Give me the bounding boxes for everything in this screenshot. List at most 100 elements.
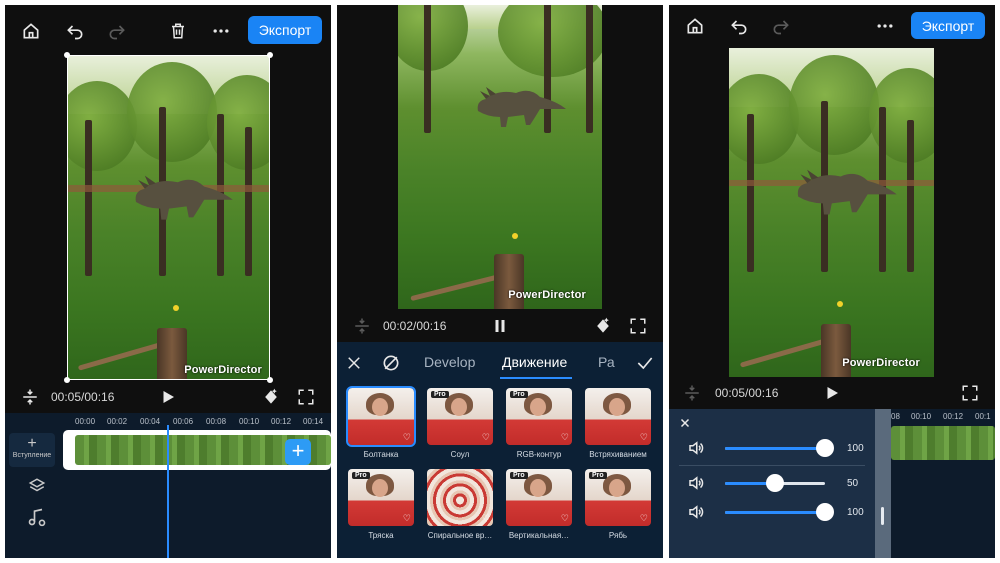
playback-time: 00:05/00:16: [51, 390, 115, 404]
effect-label: Соул: [450, 450, 470, 459]
resize-handle[interactable]: [64, 52, 70, 58]
playback-time: 00:05/00:16: [715, 386, 779, 400]
tab-more[interactable]: Ра: [598, 354, 615, 370]
close-icon[interactable]: [345, 354, 363, 372]
timeline[interactable]: 00:00 00:02 00:04 00:06 00:08 00:10 00:1…: [5, 413, 331, 558]
ruler-label: 00:10: [911, 412, 932, 421]
ruler-label: 00:00: [75, 417, 96, 426]
export-button[interactable]: Экспорт: [248, 16, 322, 44]
add-media-button[interactable]: +: [285, 439, 311, 465]
effects-tabbar: Develop Движение Ра: [337, 342, 663, 384]
volume-value: 100: [847, 443, 864, 454]
fullscreen-icon[interactable]: [961, 384, 979, 402]
effect-label: Спиральное вр…: [427, 531, 493, 540]
volume-slider-knob[interactable]: [816, 503, 834, 521]
tab-develop[interactable]: Develop: [424, 354, 475, 370]
effect-thumbnail[interactable]: Pro ♡: [348, 469, 414, 526]
ruler-label: 08: [891, 412, 900, 421]
split-view-icon[interactable]: [21, 388, 39, 406]
effect-thumbnail[interactable]: Pro ♡: [427, 388, 493, 445]
speaker-icon[interactable]: [687, 474, 705, 492]
keyframe-icon[interactable]: [261, 387, 281, 407]
editor-panel-audio: Экспорт PowerDirector 00:05/00:16 08 00:…: [669, 5, 995, 558]
intro-button[interactable]: + Вступление: [9, 433, 55, 467]
watermark: PowerDirector: [508, 289, 586, 301]
resize-handle[interactable]: [267, 52, 273, 58]
playback-time: 00:02/00:16: [383, 319, 447, 333]
music-icon[interactable]: [27, 507, 47, 527]
ruler-label: 00:12: [271, 417, 292, 426]
fullscreen-icon[interactable]: [297, 388, 315, 406]
play-icon[interactable]: [159, 388, 177, 406]
redo-icon[interactable]: [107, 21, 127, 41]
effect-thumbnail[interactable]: ♡: [346, 386, 416, 447]
effect-thumbnail[interactable]: ♡: [585, 388, 651, 445]
ruler-label: 00:04: [140, 417, 161, 426]
effect-label: RGB-контур: [516, 450, 562, 459]
pro-badge: Pro: [510, 391, 528, 398]
ruler-label: 00:1: [975, 412, 991, 421]
export-button[interactable]: Экспорт: [911, 12, 985, 39]
speaker-icon[interactable]: [687, 503, 705, 521]
dinosaur-figure: [797, 169, 897, 215]
volume-panel: 100 50 100: [669, 409, 875, 558]
effect-label: Вертикальная…: [508, 531, 570, 540]
effects-grid: ♡ Болтанка Pro ♡ Соул Pro ♡ RGB-контур ♡ В…: [337, 384, 663, 558]
pro-badge: Pro: [431, 391, 449, 398]
trash-icon[interactable]: [169, 21, 187, 41]
undo-icon[interactable]: [729, 16, 749, 36]
confirm-check-icon[interactable]: [635, 353, 655, 373]
ruler-label: 00:02: [107, 417, 128, 426]
pro-badge: Pro: [352, 472, 370, 479]
ruler-label: 00:08: [206, 417, 227, 426]
effect-thumbnail[interactable]: Pro ♡: [506, 469, 572, 526]
ruler-label: 00:14: [303, 417, 324, 426]
ruler-label: 00:06: [173, 417, 194, 426]
effect-thumbnail[interactable]: ♡: [427, 469, 493, 526]
home-icon[interactable]: [21, 21, 41, 41]
effect-label: Встряхиванием: [589, 450, 647, 459]
resize-handle[interactable]: [64, 377, 70, 383]
split-view-icon[interactable]: [353, 317, 371, 335]
close-icon[interactable]: [679, 417, 691, 429]
home-icon[interactable]: [685, 16, 705, 36]
watermark: PowerDirector: [842, 357, 920, 369]
speaker-icon[interactable]: [687, 439, 705, 457]
no-effect-icon[interactable]: [381, 353, 401, 373]
more-icon[interactable]: [211, 21, 231, 41]
fullscreen-icon[interactable]: [629, 317, 647, 335]
intro-label: Вступление: [12, 452, 52, 459]
playhead[interactable]: [167, 425, 169, 558]
effect-label: Болтанка: [363, 450, 399, 459]
keyframe-icon[interactable]: [593, 316, 613, 336]
pro-badge: Pro: [510, 472, 528, 479]
volume-slider-fill: [725, 447, 825, 450]
video-preview[interactable]: PowerDirector: [398, 5, 602, 309]
pro-badge: Pro: [589, 472, 607, 479]
dinosaur-figure: [477, 87, 566, 127]
effect-label: Тряска: [368, 531, 394, 540]
play-icon[interactable]: [823, 384, 841, 402]
volume-value: 50: [847, 478, 859, 489]
volume-slider-knob[interactable]: [766, 474, 784, 492]
layers-icon[interactable]: [27, 477, 47, 495]
volume-value: 100: [847, 507, 864, 518]
video-preview[interactable]: PowerDirector: [729, 48, 934, 377]
timeline[interactable]: 08 00:10 00:12 00:1: [875, 409, 995, 558]
split-view-icon[interactable]: [683, 384, 701, 402]
selection-frame: [67, 55, 270, 380]
resize-handle[interactable]: [267, 377, 273, 383]
effect-thumbnail[interactable]: Pro ♡: [585, 469, 651, 526]
undo-icon[interactable]: [65, 21, 85, 41]
panel-scrollbar[interactable]: [875, 409, 891, 558]
ruler-label: 00:10: [239, 417, 260, 426]
volume-slider-fill: [725, 511, 825, 514]
more-icon[interactable]: [875, 16, 895, 36]
effect-thumbnail[interactable]: Pro ♡: [506, 388, 572, 445]
pause-icon[interactable]: [491, 317, 509, 335]
active-tab-indicator: [500, 377, 572, 379]
redo-icon[interactable]: [771, 16, 791, 36]
tab-motion[interactable]: Движение: [502, 354, 567, 370]
video-clip[interactable]: [891, 426, 995, 460]
volume-slider-knob[interactable]: [816, 439, 834, 457]
